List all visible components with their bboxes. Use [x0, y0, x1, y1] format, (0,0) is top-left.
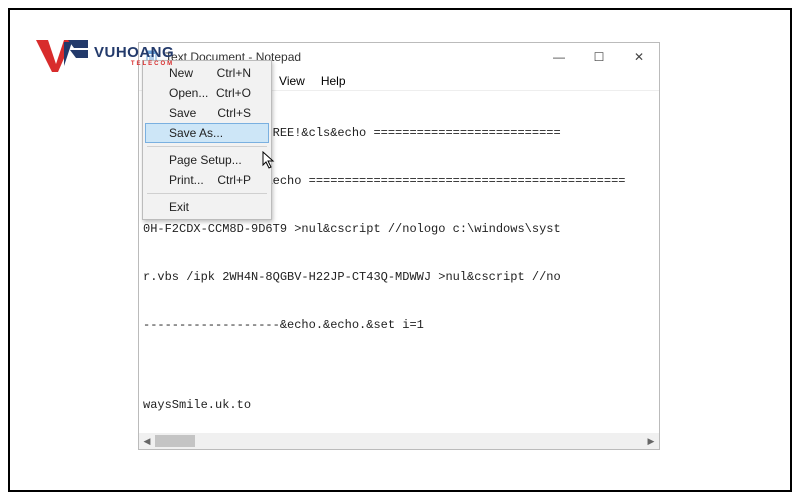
menu-exit[interactable]: Exit: [145, 197, 269, 217]
menu-help[interactable]: Help: [313, 72, 354, 90]
menu-label: Open...: [169, 86, 208, 100]
logo-mark: [34, 38, 92, 74]
menu-label: Save: [169, 106, 196, 120]
close-button[interactable]: ✕: [619, 43, 659, 71]
menu-shortcut: Ctrl+N: [217, 66, 251, 80]
minimize-button[interactable]: —: [539, 43, 579, 71]
menu-open[interactable]: Open... Ctrl+O: [145, 83, 269, 103]
menu-label: Page Setup...: [169, 153, 242, 167]
menu-separator: [147, 193, 267, 194]
menu-shortcut: Ctrl+P: [217, 173, 251, 187]
menu-view[interactable]: View: [271, 72, 313, 90]
scroll-left-icon[interactable]: ◀: [139, 433, 155, 449]
menu-label: Exit: [169, 200, 189, 214]
menu-shortcut: Ctrl+O: [216, 86, 251, 100]
logo-brand: VUHOANG: [94, 45, 174, 60]
editor-line: -------------------&echo.&echo.&set i=1: [143, 317, 655, 333]
editor-line: waysSmile.uk.to: [143, 397, 655, 413]
scroll-right-icon[interactable]: ▶: [643, 433, 659, 449]
scroll-thumb[interactable]: [155, 435, 195, 447]
logo-subbrand: TELECOM: [94, 61, 174, 67]
maximize-button[interactable]: ☐: [579, 43, 619, 71]
horizontal-scrollbar[interactable]: ◀ ▶: [139, 433, 659, 449]
file-dropdown-menu: New Ctrl+N Open... Ctrl+O Save Ctrl+S Sa…: [142, 60, 272, 220]
editor-line: r.vbs /ipk 2WH4N-8QGBV-H22JP-CT43Q-MDWWJ…: [143, 269, 655, 285]
menu-separator: [147, 146, 267, 147]
mouse-cursor-icon: [262, 151, 276, 169]
menu-print[interactable]: Print... Ctrl+P: [145, 170, 269, 190]
menu-save-as[interactable]: Save As...: [145, 123, 269, 143]
logo-v-icon: [34, 38, 92, 74]
menu-label: Print...: [169, 173, 204, 187]
logo-watermark: VUHOANG TELECOM: [34, 38, 174, 74]
menu-save[interactable]: Save Ctrl+S: [145, 103, 269, 123]
editor-line: 0H-F2CDX-CCM8D-9D6T9 >nul&cscript //nolo…: [143, 221, 655, 237]
logo-text-block: VUHOANG TELECOM: [94, 45, 174, 67]
menu-shortcut: Ctrl+S: [217, 106, 251, 120]
menu-page-setup[interactable]: Page Setup...: [145, 150, 269, 170]
image-frame: VUHOANG TELECOM Text Document - Notepad …: [8, 8, 792, 492]
window-controls: — ☐ ✕: [539, 43, 659, 71]
menu-label: Save As...: [169, 126, 223, 140]
